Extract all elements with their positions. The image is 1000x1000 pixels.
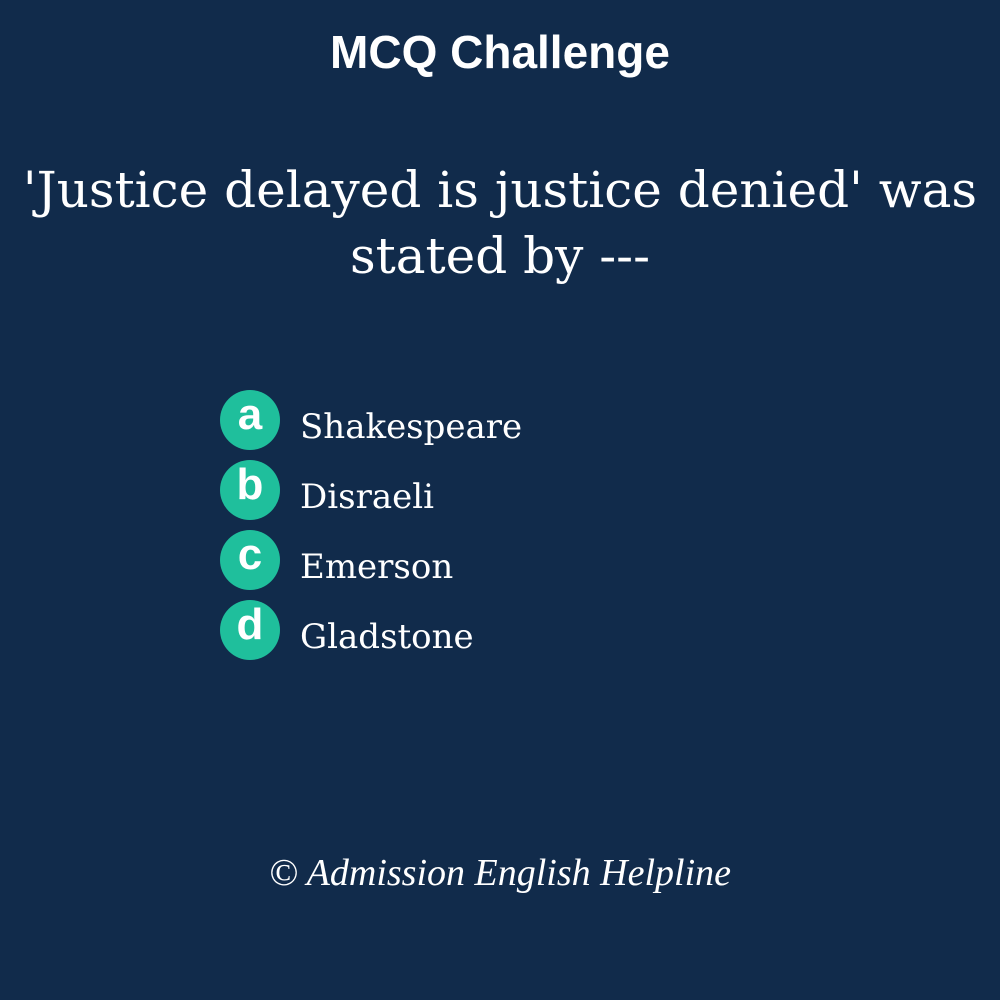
option-letter-badge: c bbox=[220, 530, 280, 590]
question-text: 'Justice delayed is justice denied' was … bbox=[22, 161, 978, 285]
option-letter-badge: a bbox=[220, 390, 280, 450]
copyright-footer: © Admission English Helpline bbox=[269, 852, 731, 894]
option-label: Emerson bbox=[300, 547, 454, 587]
option-label: Gladstone bbox=[300, 617, 474, 657]
option-letter-badge: b bbox=[220, 460, 280, 520]
option-letter-badge: d bbox=[220, 600, 280, 660]
page-title: MCQ Challenge bbox=[330, 26, 670, 78]
option-c[interactable]: c Emerson bbox=[220, 530, 820, 590]
option-b[interactable]: b Disraeli bbox=[220, 460, 820, 520]
option-label: Shakespeare bbox=[300, 407, 523, 447]
option-label: Disraeli bbox=[300, 477, 434, 517]
option-a[interactable]: a Shakespeare bbox=[220, 390, 820, 450]
options-list: a Shakespeare b Disraeli c Emerson d Gla… bbox=[220, 390, 820, 670]
option-d[interactable]: d Gladstone bbox=[220, 600, 820, 660]
